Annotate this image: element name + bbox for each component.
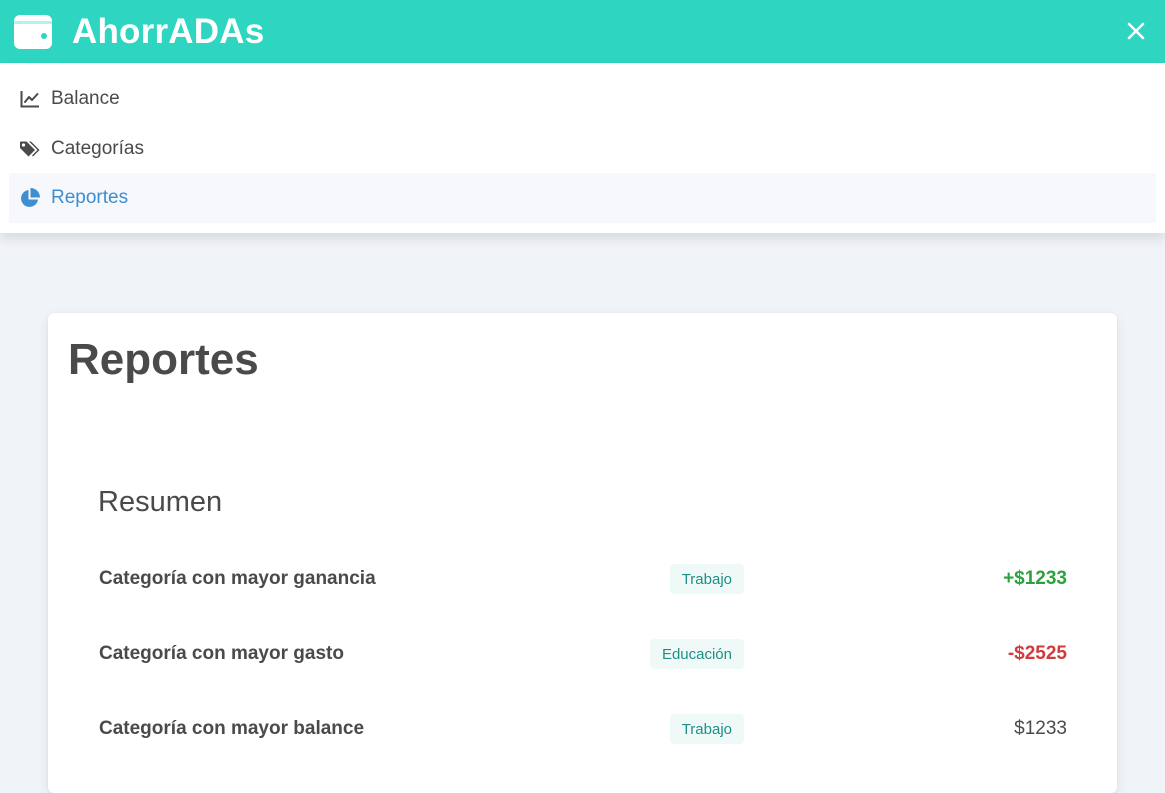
tags-icon — [19, 138, 41, 160]
menu-item-label: Reportes — [51, 187, 129, 208]
line-chart-icon — [19, 88, 41, 110]
navbar: AhorrADAs — [0, 0, 1165, 63]
row-label: Categoría con mayor balance — [99, 718, 365, 739]
row-amount: -$2525 — [1007, 643, 1067, 664]
menu-item-categorias[interactable]: Categorías — [9, 124, 1156, 174]
category-tag: Trabajo — [669, 564, 744, 594]
wallet-icon — [14, 14, 52, 49]
category-tag: Educación — [649, 639, 744, 669]
menu-item-reportes[interactable]: Reportes — [9, 173, 1156, 223]
page-title: Reportes — [68, 335, 259, 384]
row-label: Categoría con mayor ganancia — [99, 568, 376, 589]
close-button[interactable] — [1121, 16, 1151, 46]
pie-chart-icon — [19, 187, 41, 209]
menu-item-balance[interactable]: Balance — [9, 74, 1156, 124]
brand-title: AhorrADAs — [72, 11, 265, 51]
category-tag: Trabajo — [669, 714, 744, 744]
row-amount: +$1233 — [1003, 568, 1067, 589]
menu-item-label: Categorías — [51, 138, 144, 159]
summary-row: Categoría con mayor ganancia Trabajo +$1… — [99, 564, 1067, 596]
row-label: Categoría con mayor gasto — [99, 643, 344, 664]
close-icon — [1127, 22, 1145, 40]
summary-row: Categoría con mayor gasto Educación -$25… — [99, 639, 1067, 671]
summary-row: Categoría con mayor balance Trabajo $123… — [99, 714, 1067, 746]
menu-item-label: Balance — [51, 88, 120, 109]
row-amount: $1233 — [1014, 718, 1067, 739]
nav-menu: Balance Categorías Reportes — [0, 63, 1165, 233]
summary-title: Resumen — [98, 486, 223, 518]
brand[interactable]: AhorrADAs — [14, 0, 264, 63]
